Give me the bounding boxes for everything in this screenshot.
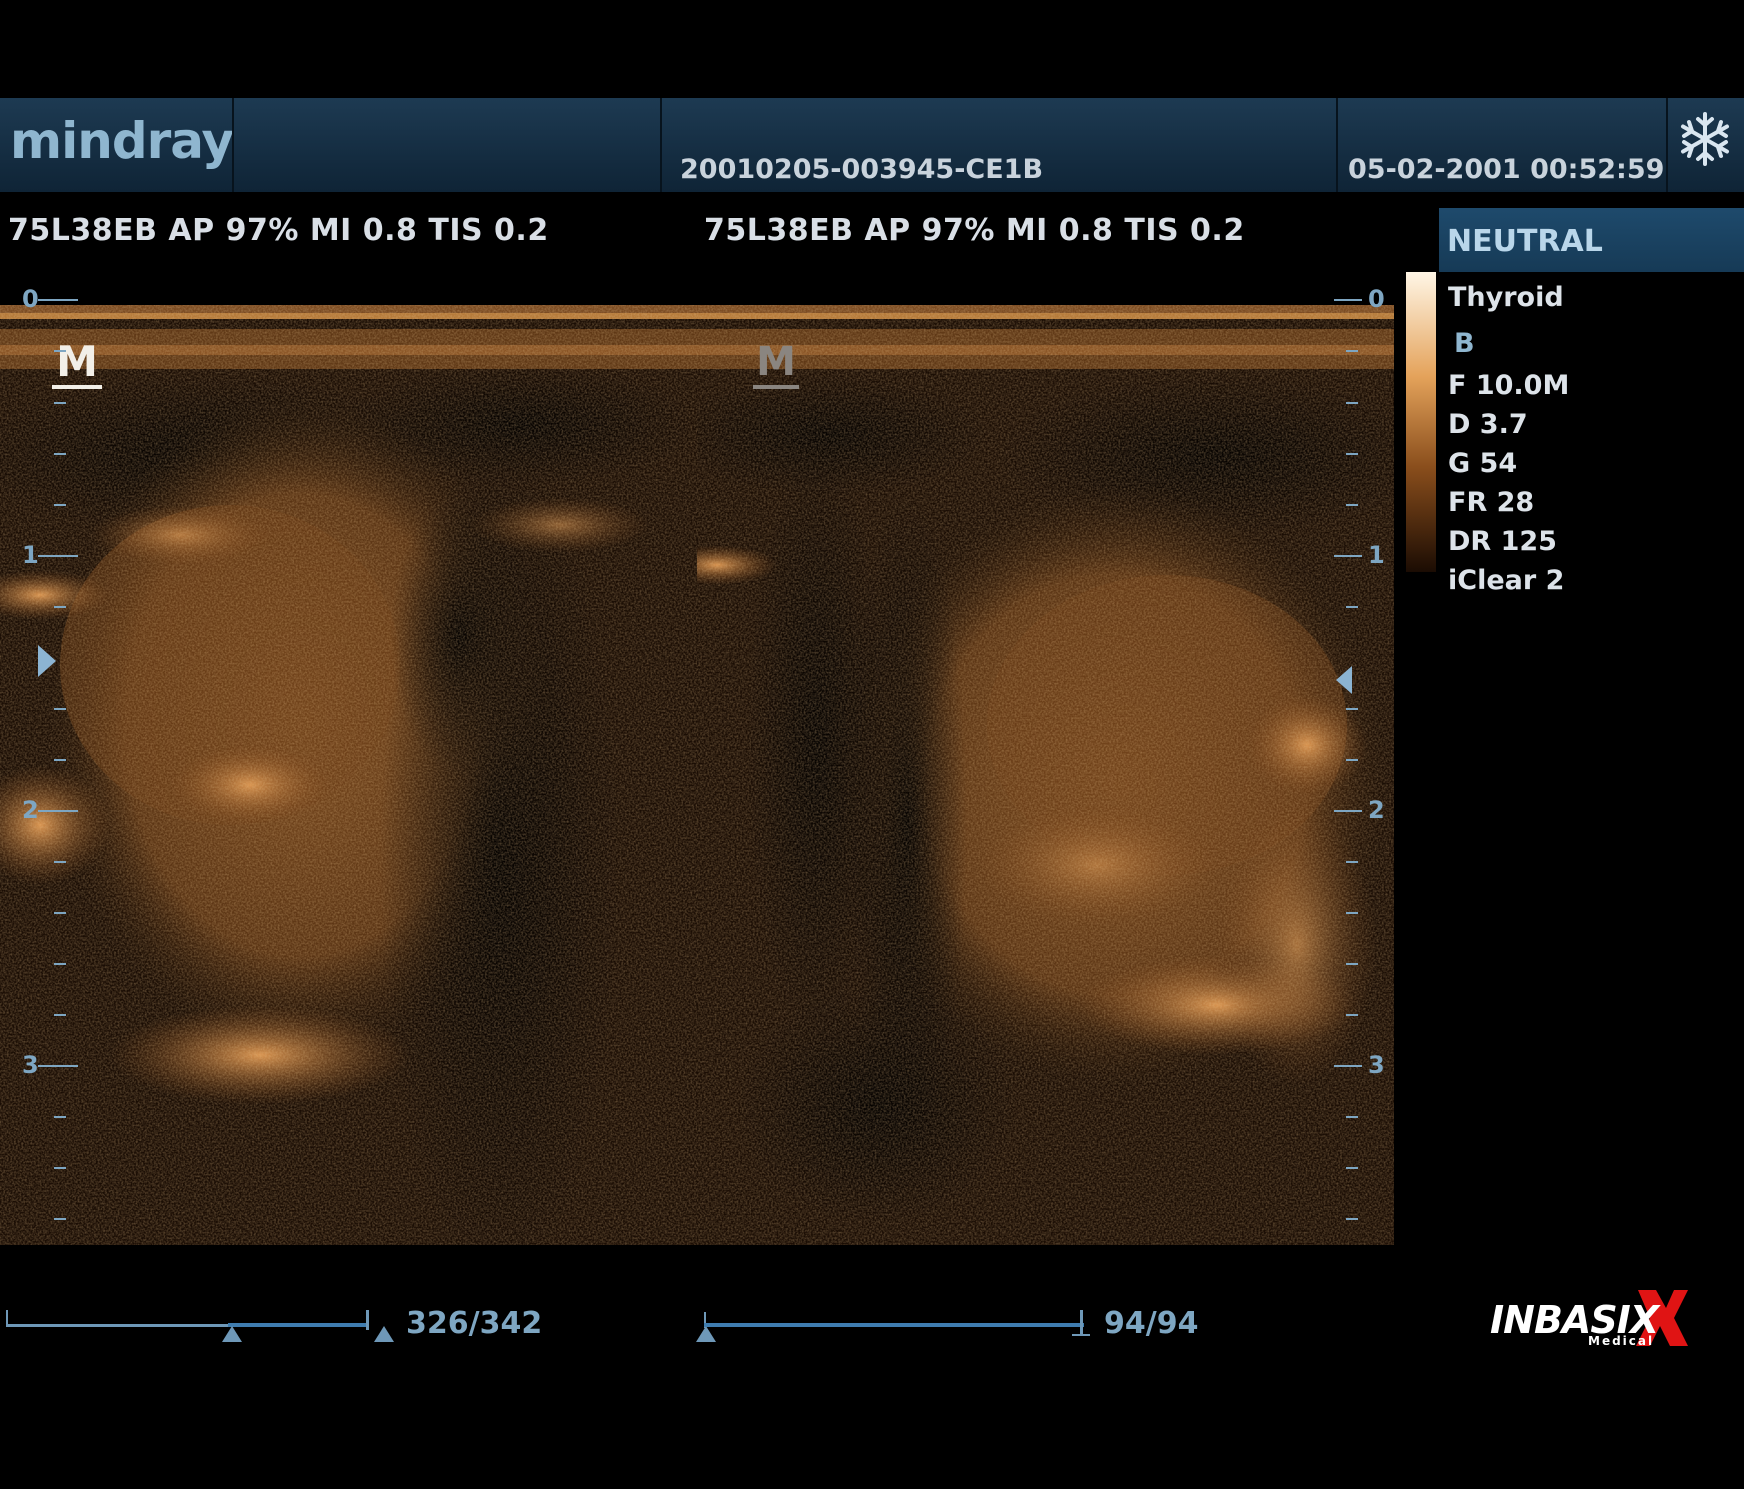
depth-label: 2	[22, 796, 39, 824]
focus-marker-icon[interactable]	[38, 645, 56, 677]
minor-tick	[54, 1167, 66, 1169]
exam-datetime: 05-02-2001 00:52:59	[1348, 154, 1665, 185]
minor-tick	[1346, 402, 1358, 404]
patient-id: 20010205-003945-CE1B	[680, 154, 1044, 185]
minor-tick	[1346, 350, 1358, 352]
header-divider	[1666, 98, 1668, 192]
minor-tick	[54, 350, 66, 352]
minor-tick	[54, 1218, 66, 1220]
left-acq-info: 75L38EB AP 97% MI 0.8 TIS 0.2	[8, 213, 549, 248]
frame-rate-value: FR 28	[1448, 487, 1535, 518]
minor-tick	[1346, 1218, 1358, 1220]
minor-tick	[1346, 453, 1358, 455]
major-tick	[38, 1065, 78, 1067]
cine-range	[704, 1323, 1084, 1327]
minor-tick	[1346, 606, 1358, 608]
preset-label[interactable]: NEUTRAL	[1439, 208, 1744, 272]
major-tick	[1334, 1065, 1362, 1067]
depth-label: 2	[1368, 796, 1385, 824]
inbasix-watermark: INBASIX Medical	[1488, 1288, 1688, 1348]
header-divider	[232, 98, 234, 192]
watermark-sub: Medical	[1588, 1334, 1655, 1348]
minor-tick	[54, 606, 66, 608]
preset-text: NEUTRAL	[1447, 224, 1603, 259]
major-tick	[38, 299, 78, 301]
minor-tick	[54, 402, 66, 404]
minor-tick	[1346, 912, 1358, 914]
cine-playhead-base	[1072, 1334, 1090, 1336]
left-depth-scale: 0 1 2 3	[18, 285, 88, 1250]
minor-tick	[54, 759, 66, 761]
cine-start-handle-icon[interactable]	[222, 1326, 242, 1342]
left-frame-counter: 326/342	[406, 1306, 543, 1341]
depth-label: 0	[1368, 285, 1385, 313]
cine-end-cap	[366, 1310, 369, 1330]
cine-start-handle-icon[interactable]	[696, 1326, 716, 1342]
exam-type: Thyroid	[1448, 282, 1564, 313]
depth-label: 0	[22, 285, 39, 313]
marker-underline	[753, 385, 799, 389]
right-ultrasound-image[interactable]: M	[697, 305, 1394, 1245]
minor-tick	[1346, 504, 1358, 506]
minor-tick	[54, 963, 66, 965]
left-ultrasound-image[interactable]: M	[0, 305, 697, 1245]
depth-label: 3	[22, 1051, 39, 1079]
depth-label: 1	[1368, 541, 1385, 569]
minor-tick	[54, 1116, 66, 1118]
header-bar: mindray 20010205-003945-CE1B 05-02-2001 …	[0, 98, 1744, 192]
mindray-logo: mindray	[10, 112, 234, 170]
minor-tick	[1346, 708, 1358, 710]
depth-label: 1	[22, 541, 39, 569]
cine-playhead-icon[interactable]	[374, 1326, 394, 1342]
cine-range	[228, 1323, 368, 1327]
major-tick	[1334, 299, 1362, 301]
minor-tick	[1346, 963, 1358, 965]
minor-tick	[54, 504, 66, 506]
snowflake-icon[interactable]	[1676, 110, 1734, 168]
major-tick	[38, 810, 78, 812]
iclear-value: iClear 2	[1448, 565, 1565, 596]
right-cine-bar[interactable]	[696, 1290, 1096, 1342]
minor-tick	[54, 708, 66, 710]
minor-tick	[1346, 1014, 1358, 1016]
minor-tick	[1346, 759, 1358, 761]
minor-tick	[1346, 861, 1358, 863]
focus-marker-icon[interactable]	[1336, 666, 1352, 694]
header-divider	[1336, 98, 1338, 192]
gray-map-bar	[1406, 272, 1436, 572]
left-cine-bar[interactable]	[0, 1290, 400, 1342]
minor-tick	[54, 912, 66, 914]
minor-tick	[54, 1014, 66, 1016]
major-tick	[1334, 810, 1362, 812]
right-frame-counter: 94/94	[1104, 1306, 1199, 1341]
cine-playhead-icon[interactable]	[1080, 1310, 1083, 1336]
right-depth-scale: 0 1 2 3	[1330, 285, 1400, 1250]
major-tick	[1334, 555, 1362, 557]
orientation-marker: M	[753, 341, 799, 393]
minor-tick	[1346, 1167, 1358, 1169]
imaging-mode: B	[1454, 328, 1475, 359]
dynamic-range-value: DR 125	[1448, 526, 1557, 557]
major-tick	[38, 555, 78, 557]
minor-tick	[54, 861, 66, 863]
minor-tick	[1346, 1116, 1358, 1118]
marker-letter: M	[756, 339, 796, 385]
minor-tick	[54, 453, 66, 455]
header-divider	[660, 98, 662, 192]
gain-value: G 54	[1448, 448, 1518, 479]
depth-label: 3	[1368, 1051, 1385, 1079]
right-acq-info: 75L38EB AP 97% MI 0.8 TIS 0.2	[704, 213, 1245, 248]
depth-value: D 3.7	[1448, 409, 1528, 440]
frequency-value: F 10.0M	[1448, 370, 1570, 401]
cine-track	[6, 1324, 228, 1327]
